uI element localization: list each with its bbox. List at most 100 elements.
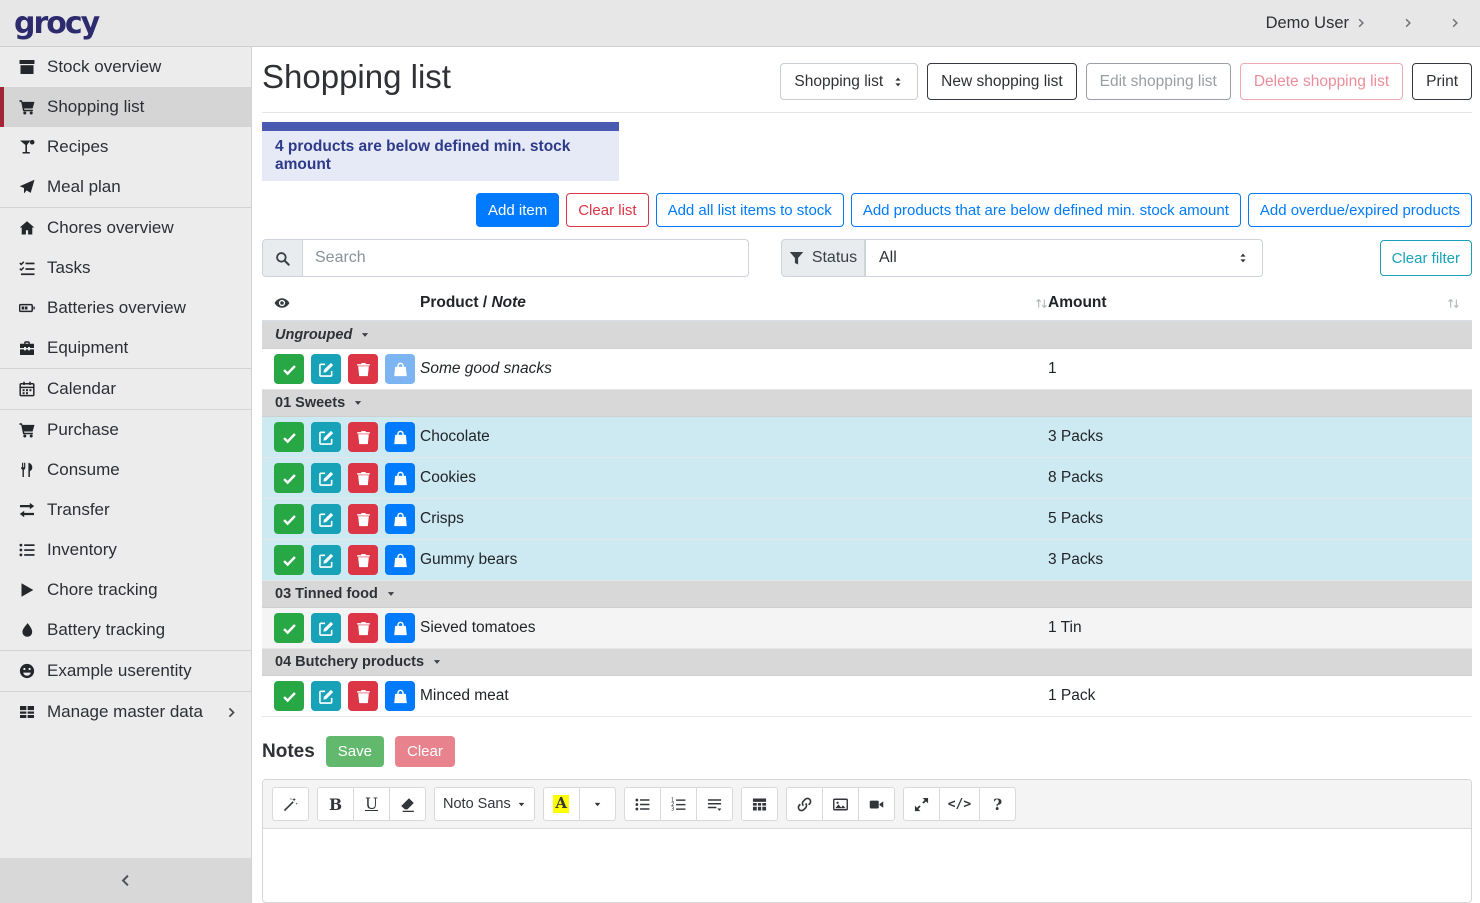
row-actions — [274, 354, 420, 384]
mark-done-button[interactable] — [274, 545, 304, 575]
sidebar-item-tasks[interactable]: Tasks — [0, 248, 251, 288]
group-header-ungrouped[interactable]: Ungrouped — [262, 322, 1472, 349]
sidebar-item-batteries-overview[interactable]: Batteries overview — [0, 288, 251, 328]
sidebar-item-label: Battery tracking — [47, 620, 165, 640]
bag-icon — [393, 471, 408, 486]
status-label: Status — [812, 249, 857, 267]
delete-item-button[interactable] — [348, 422, 378, 452]
list-ul-button[interactable] — [624, 787, 661, 821]
product-column-header[interactable]: Product / Note — [420, 294, 1048, 312]
sidebar-item-inventory[interactable]: Inventory — [0, 530, 251, 570]
shopping-list-select[interactable]: Shopping list — [780, 63, 918, 100]
clear-filter-button[interactable]: Clear filter — [1380, 240, 1472, 276]
add-item-button[interactable]: Add item — [476, 193, 559, 227]
sidebar-item-shopping-list[interactable]: Shopping list — [0, 87, 251, 127]
delete-item-button[interactable] — [348, 463, 378, 493]
underline-button[interactable]: U — [353, 787, 390, 821]
add-products-that-are-below-defined-min-stock-amount-button[interactable]: Add products that are below defined min.… — [851, 193, 1241, 227]
add-to-stock-button[interactable] — [385, 613, 415, 643]
sidebar-item-stock-overview[interactable]: Stock overview — [0, 47, 251, 87]
sidebar-item-consume[interactable]: Consume — [0, 450, 251, 490]
sidebar-item-purchase[interactable]: Purchase — [0, 410, 251, 450]
delete-item-button[interactable] — [348, 681, 378, 711]
caret-button[interactable] — [579, 787, 616, 821]
edit-item-button[interactable] — [311, 463, 341, 493]
edit-item-button[interactable] — [311, 354, 341, 384]
table-button[interactable] — [741, 787, 778, 821]
add-all-list-items-to-stock-button[interactable]: Add all list items to stock — [656, 193, 844, 227]
sort-icon[interactable] — [1447, 297, 1460, 310]
delete-shopping-list-button[interactable]: Delete shopping list — [1240, 63, 1403, 100]
print-button[interactable]: Print — [1412, 63, 1472, 100]
svg-text:3: 3 — [671, 806, 674, 812]
settings-menu[interactable] — [1396, 18, 1413, 28]
font-color-glyph: A — [553, 795, 569, 812]
paragraph-button[interactable] — [696, 787, 733, 821]
edit-item-button[interactable] — [311, 545, 341, 575]
droplet-icon — [17, 622, 36, 638]
amount-column-header[interactable]: Amount — [1048, 294, 1460, 312]
add-to-stock-button[interactable] — [385, 681, 415, 711]
group-header-01-sweets[interactable]: 01 Sweets — [262, 390, 1472, 417]
edit-item-button[interactable] — [311, 681, 341, 711]
edit-item-button[interactable] — [311, 613, 341, 643]
list-ol-button[interactable]: 123 — [660, 787, 697, 821]
column-visibility-toggle[interactable] — [274, 295, 420, 311]
video-button[interactable] — [858, 787, 895, 821]
delete-item-button[interactable] — [348, 613, 378, 643]
group-header-03-tinned-food[interactable]: 03 Tinned food — [262, 581, 1472, 608]
admin-menu[interactable] — [1443, 18, 1460, 28]
sidebar-item-transfer[interactable]: Transfer — [0, 490, 251, 530]
delete-item-button[interactable] — [348, 504, 378, 534]
sidebar-item-manage-master-data[interactable]: Manage master data — [0, 692, 251, 732]
mark-done-button[interactable] — [274, 354, 304, 384]
eraser-button[interactable] — [389, 787, 426, 821]
font-select-button[interactable]: Noto Sans — [434, 787, 535, 821]
mark-done-button[interactable] — [274, 463, 304, 493]
clear-list-button[interactable]: Clear list — [566, 193, 648, 227]
sidebar-item-example-userentity[interactable]: Example userentity — [0, 651, 251, 691]
notes-editor-body[interactable] — [263, 829, 1471, 902]
add-to-stock-button[interactable] — [385, 354, 415, 384]
notes-clear-button[interactable]: Clear — [395, 736, 455, 767]
code-view-button[interactable]: </> — [939, 787, 980, 821]
picture-button[interactable] — [822, 787, 859, 821]
sidebar-item-chores-overview[interactable]: Chores overview — [0, 208, 251, 248]
mark-done-button[interactable] — [274, 504, 304, 534]
mark-done-button[interactable] — [274, 613, 304, 643]
sidebar-item-equipment[interactable]: Equipment — [0, 328, 251, 368]
font-color-button[interactable]: A — [543, 787, 580, 821]
product-name: Crisps — [420, 510, 1048, 528]
add-to-stock-button[interactable] — [385, 463, 415, 493]
add-to-stock-button[interactable] — [385, 545, 415, 575]
delete-item-button[interactable] — [348, 545, 378, 575]
mark-done-button[interactable] — [274, 681, 304, 711]
sidebar-item-chore-tracking[interactable]: Chore tracking — [0, 570, 251, 610]
link-button[interactable] — [786, 787, 823, 821]
add-to-stock-button[interactable] — [385, 422, 415, 452]
sidebar-item-calendar[interactable]: Calendar — [0, 369, 251, 409]
user-menu[interactable]: Demo User — [1259, 14, 1366, 33]
add-overdue-expired-products-button[interactable]: Add overdue/expired products — [1248, 193, 1472, 227]
help-glyph: ? — [993, 795, 1002, 814]
edit-item-button[interactable] — [311, 422, 341, 452]
magic-wand-button[interactable] — [272, 787, 309, 821]
group-header-04-butchery-products[interactable]: 04 Butchery products — [262, 649, 1472, 676]
sidebar-item-battery-tracking[interactable]: Battery tracking — [0, 610, 251, 650]
notes-save-button[interactable]: Save — [326, 736, 384, 767]
edit-item-button[interactable] — [311, 504, 341, 534]
mark-done-button[interactable] — [274, 422, 304, 452]
bold-button[interactable]: B — [317, 787, 354, 821]
new-shopping-list-button[interactable]: New shopping list — [927, 63, 1076, 100]
search-input[interactable] — [303, 239, 749, 277]
sidebar-item-meal-plan[interactable]: Meal plan — [0, 167, 251, 207]
help-button[interactable]: ? — [979, 787, 1016, 821]
edit-shopping-list-button[interactable]: Edit shopping list — [1086, 63, 1231, 100]
sidebar-item-recipes[interactable]: Recipes — [0, 127, 251, 167]
delete-item-button[interactable] — [348, 354, 378, 384]
sidebar-collapse-button[interactable] — [0, 858, 251, 903]
sort-icon[interactable] — [1035, 297, 1048, 310]
status-select[interactable]: All — [865, 239, 1263, 277]
add-to-stock-button[interactable] — [385, 504, 415, 534]
arrows-alt-button[interactable] — [903, 787, 940, 821]
